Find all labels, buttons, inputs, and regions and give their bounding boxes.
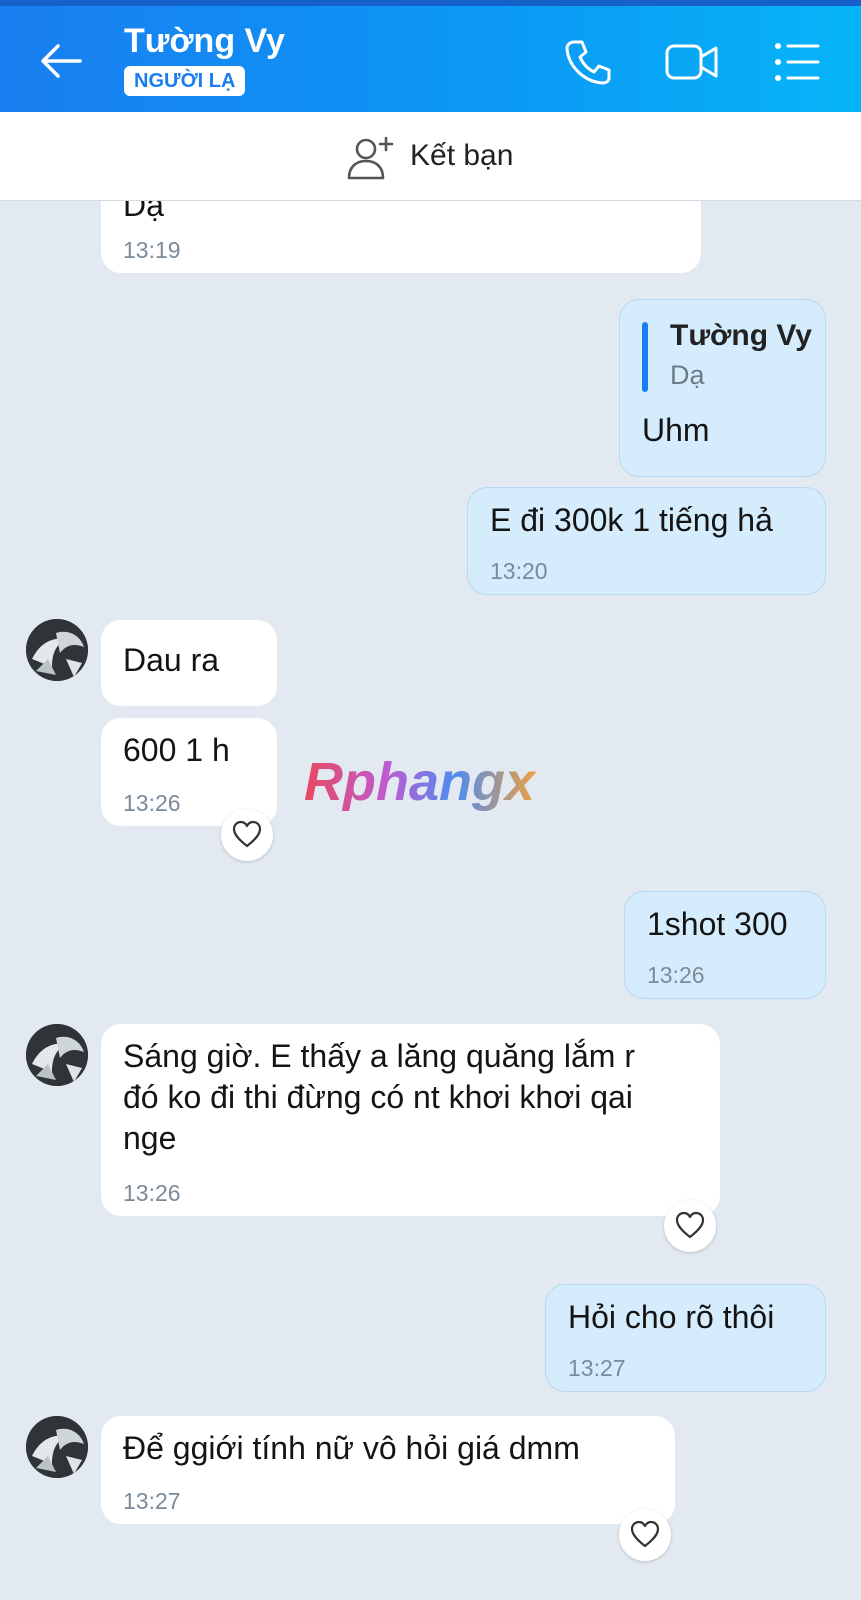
message-text-line: nge — [123, 1120, 177, 1156]
message-text: 600 1 h — [123, 732, 230, 768]
message-bubble[interactable]: E đi 300k 1 tiếng hả 13:20 — [467, 487, 826, 595]
avatar[interactable] — [26, 1416, 88, 1478]
message-bubble[interactable]: Để ggiới tính nữ vô hỏi giá dmm 13:27 — [101, 1416, 675, 1524]
message-time: 13:27 — [568, 1355, 626, 1381]
message-list[interactable]: Dạ 13:19 Tường Vy Dạ Uhm E đi 300k 1 tiế… — [0, 201, 861, 1600]
message-time: 13:26 — [647, 962, 705, 988]
add-friend-label[interactable]: Kết bạn — [410, 139, 513, 173]
message-bubble[interactable]: Dau ra — [101, 620, 277, 706]
watermark-logo: Rphangx — [300, 748, 562, 824]
message-text: Uhm — [642, 412, 710, 448]
contact-name[interactable]: Tường Vy — [124, 22, 285, 61]
video-camera-icon[interactable] — [664, 36, 718, 88]
quote-text: Dạ — [670, 360, 705, 390]
add-friend-bar[interactable]: Kết bạn — [0, 112, 861, 201]
status-strip — [0, 0, 861, 6]
message-text: Để ggiới tính nữ vô hỏi giá dmm — [123, 1430, 580, 1466]
message-bubble[interactable]: 1shot 300 13:26 — [624, 891, 826, 999]
watermark-text: Rphangx — [304, 752, 537, 812]
avatar[interactable] — [26, 619, 88, 681]
message-text: Dạ — [123, 201, 164, 223]
heart-outline-icon[interactable] — [664, 1200, 716, 1252]
message-time: 13:26 — [123, 1180, 181, 1206]
quote-bar — [642, 322, 648, 392]
list-menu-icon[interactable] — [770, 36, 822, 88]
message-text-line: đó ko đi thi đừng có nt khơi khơi qai — [123, 1079, 633, 1115]
message-time: 13:27 — [123, 1488, 181, 1514]
phone-icon[interactable] — [562, 36, 614, 88]
quote-author: Tường Vy — [670, 319, 812, 352]
back-arrow-icon[interactable] — [36, 38, 86, 84]
avatar[interactable] — [26, 1024, 88, 1086]
message-text: E đi 300k 1 tiếng hả — [490, 502, 773, 538]
heart-outline-icon[interactable] — [619, 1509, 671, 1561]
message-bubble[interactable]: Sáng giờ. E thấy a lăng quăng lắm r đó k… — [101, 1024, 720, 1216]
message-time: 13:19 — [123, 237, 181, 263]
message-bubble[interactable]: Hỏi cho rõ thôi 13:27 — [545, 1284, 826, 1392]
add-person-icon — [346, 132, 400, 182]
message-bubble[interactable]: Tường Vy Dạ Uhm — [619, 299, 826, 477]
message-bubble[interactable]: Dạ 13:19 — [101, 201, 701, 273]
message-text: Hỏi cho rõ thôi — [568, 1299, 775, 1335]
chat-header: Tường Vy NGƯỜI LẠ — [0, 0, 861, 112]
message-text: 1shot 300 — [647, 906, 788, 942]
message-time: 13:26 — [123, 790, 181, 816]
stranger-badge: NGƯỜI LẠ — [124, 66, 246, 96]
message-time: 13:20 — [490, 558, 548, 584]
message-text-line: Sáng giờ. E thấy a lăng quăng lắm r — [123, 1038, 635, 1074]
message-text: Dau ra — [123, 642, 220, 678]
heart-outline-icon[interactable] — [221, 809, 273, 861]
